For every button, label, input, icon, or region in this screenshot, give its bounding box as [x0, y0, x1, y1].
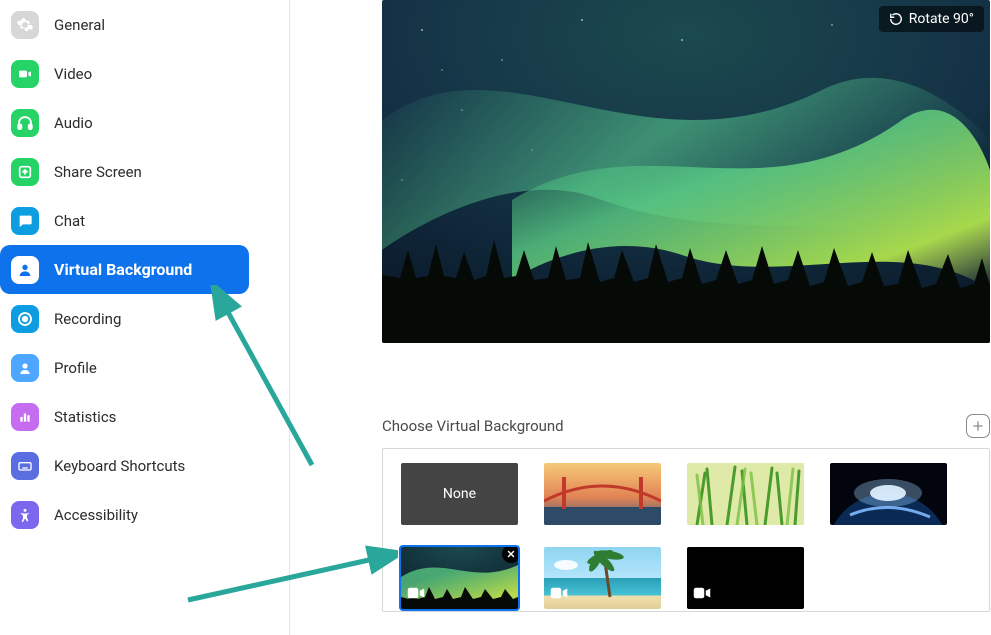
thumbnails-panel: None — [382, 448, 990, 612]
plus-icon — [971, 419, 985, 433]
headphones-icon — [11, 109, 39, 137]
sidebar-item-label: Chat — [54, 212, 85, 230]
settings-sidebar: General Video Audio Share Screen Chat Virtual… — [0, 0, 290, 635]
sidebar-item-label: Video — [54, 65, 92, 83]
rotate-label: Rotate 90° — [909, 11, 974, 27]
chat-icon — [11, 207, 39, 235]
settings-main: Rotate 90° Choose Virtual Background Non… — [290, 0, 991, 635]
add-background-button[interactable] — [966, 414, 990, 438]
close-icon — [506, 549, 516, 559]
remove-thumb-button[interactable] — [502, 547, 518, 563]
keyboard-icon — [11, 452, 39, 480]
sidebar-item-general[interactable]: General — [0, 0, 285, 49]
thumb-black[interactable] — [687, 547, 804, 609]
thumb-grass[interactable] — [687, 463, 804, 525]
sidebar-item-recording[interactable]: Recording — [0, 294, 285, 343]
video-icon — [693, 586, 711, 600]
thumb-none-label: None — [443, 486, 476, 502]
aurora-image — [382, 0, 990, 343]
sidebar-item-label: Audio — [54, 114, 93, 132]
sidebar-item-virtual-background[interactable]: Virtual Background — [0, 245, 249, 294]
sidebar-item-label: Statistics — [54, 408, 116, 426]
thumb-beach[interactable] — [544, 547, 661, 609]
sidebar-item-label: Share Screen — [54, 163, 142, 181]
rotate-icon — [889, 12, 903, 26]
person-icon — [11, 256, 39, 284]
video-icon — [550, 586, 568, 600]
sidebar-item-label: Accessibility — [54, 506, 138, 524]
sidebar-item-chat[interactable]: Chat — [0, 196, 285, 245]
sidebar-item-label: Profile — [54, 359, 97, 377]
video-icon — [407, 586, 425, 600]
background-preview: Rotate 90° — [382, 0, 990, 343]
choose-row: Choose Virtual Background — [382, 414, 990, 438]
profile-icon — [11, 354, 39, 382]
sidebar-item-label: Keyboard Shortcuts — [54, 457, 185, 475]
sidebar-item-label: Virtual Background — [54, 260, 192, 279]
sidebar-item-label: General — [54, 16, 105, 34]
a11y-icon — [11, 501, 39, 529]
gear-icon — [11, 11, 39, 39]
record-icon — [11, 305, 39, 333]
sidebar-item-video[interactable]: Video — [0, 49, 285, 98]
sidebar-item-statistics[interactable]: Statistics — [0, 392, 285, 441]
thumb-aurora[interactable] — [401, 547, 518, 609]
sidebar-item-audio[interactable]: Audio — [0, 98, 285, 147]
stats-icon — [11, 403, 39, 431]
thumb-none[interactable]: None — [401, 463, 518, 525]
rotate-button[interactable]: Rotate 90° — [879, 6, 984, 32]
thumb-bridge[interactable] — [544, 463, 661, 525]
thumb-earth[interactable] — [830, 463, 947, 525]
sidebar-item-label: Recording — [54, 310, 121, 328]
sidebar-item-accessibility[interactable]: Accessibility — [0, 490, 285, 539]
sidebar-item-keyboard-shortcuts[interactable]: Keyboard Shortcuts — [0, 441, 285, 490]
choose-label: Choose Virtual Background — [382, 417, 564, 435]
sidebar-item-profile[interactable]: Profile — [0, 343, 285, 392]
video-icon — [11, 60, 39, 88]
sidebar-item-share-screen[interactable]: Share Screen — [0, 147, 285, 196]
share-icon — [11, 158, 39, 186]
